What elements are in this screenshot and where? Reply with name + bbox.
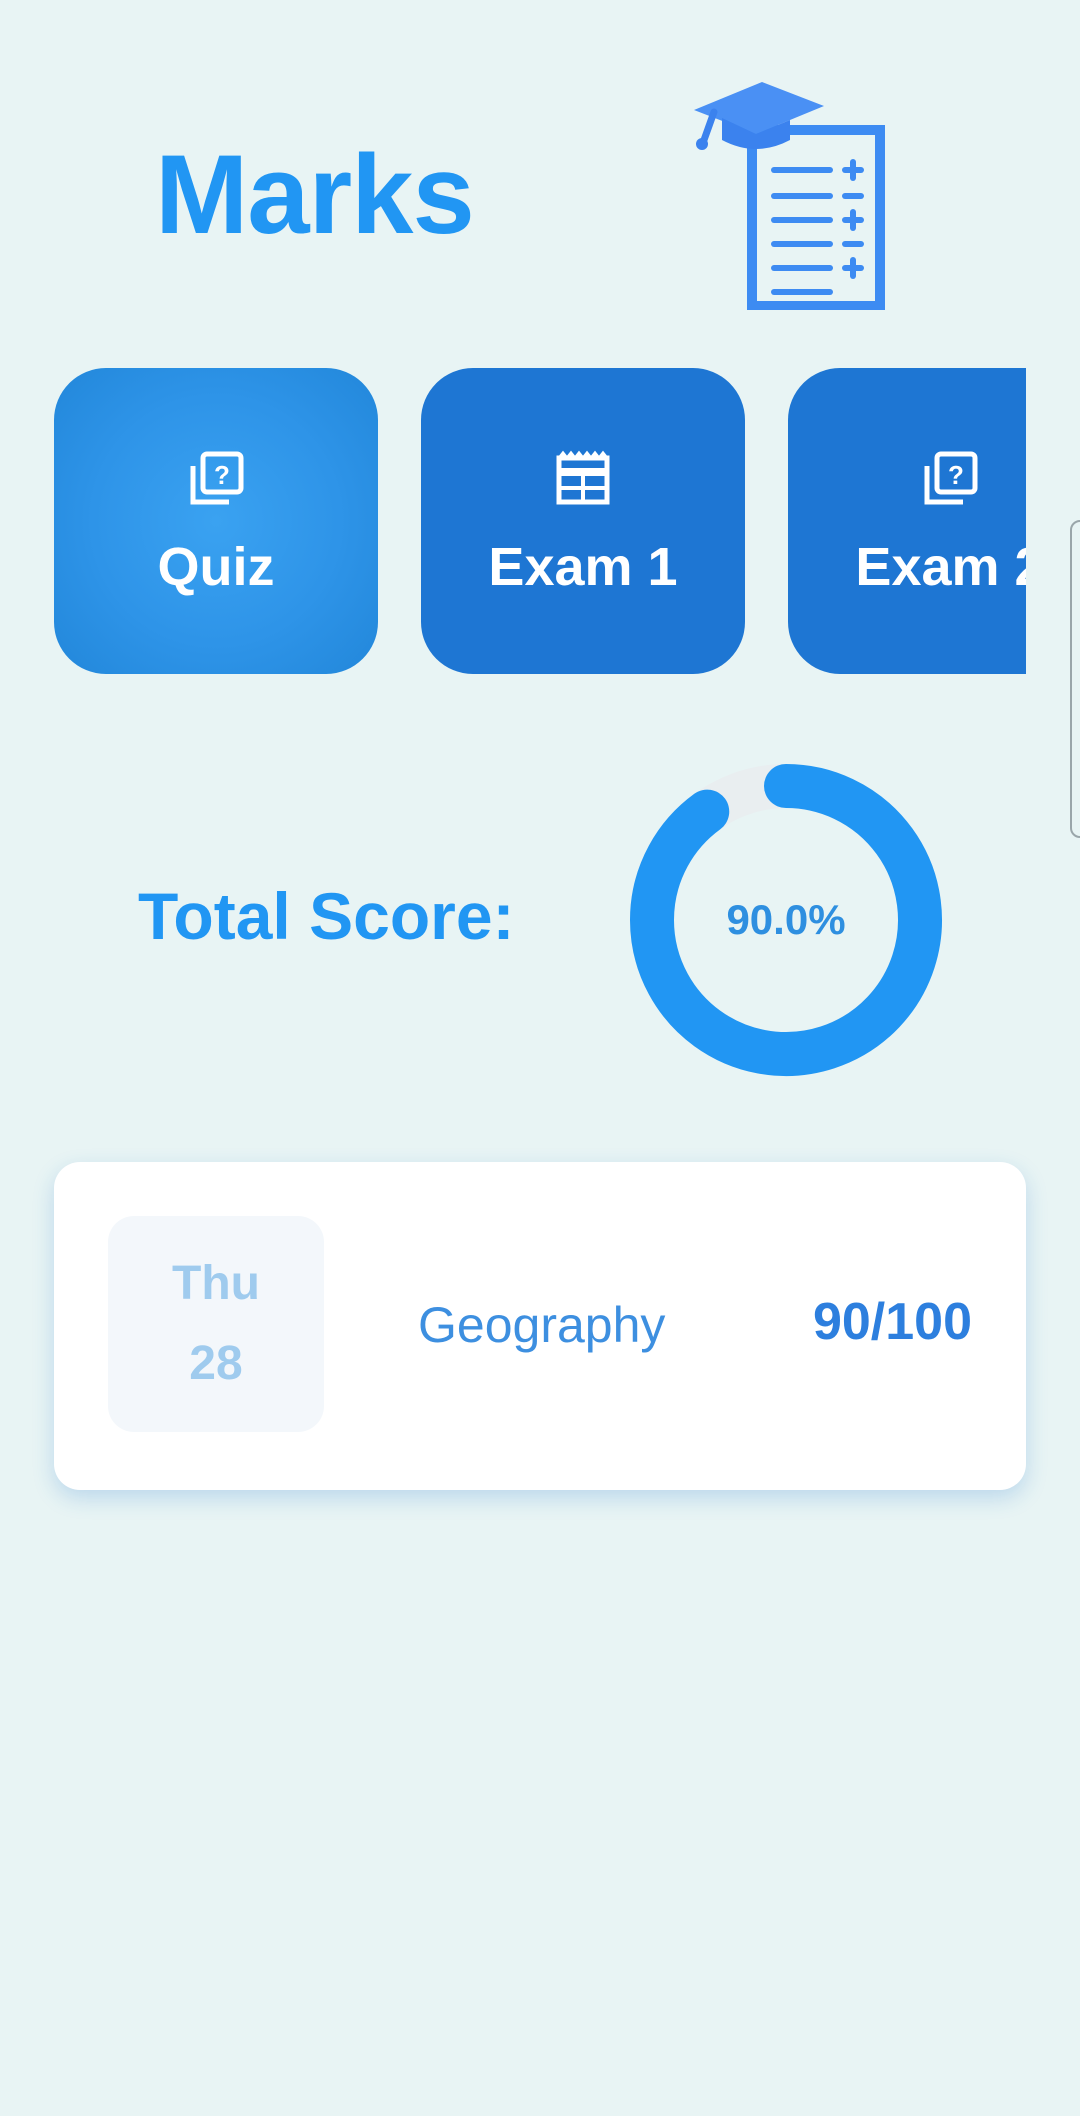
date-day: Thu [172,1257,260,1310]
subject-name: Geography [418,1297,666,1353]
exam-icon [556,450,610,505]
svg-text:?: ? [214,460,230,490]
date-badge: Thu 28 [108,1216,324,1432]
result-card[interactable]: Thu 28 Geography 90/100 [54,1162,1026,1490]
category-label: Exam 2 [855,537,1026,597]
quiz-icon: ? [924,451,978,505]
category-label: Quiz [157,537,275,597]
scroll-edge-handle[interactable] [1070,520,1080,838]
category-label: Exam 1 [488,537,678,597]
marks-value: 90/100 [812,1293,972,1351]
category-quiz-button[interactable]: ? Quiz [54,368,378,674]
category-exam-2-button[interactable]: ? Exam 2 [788,368,1026,674]
category-exam-1-button[interactable]: Exam 1 [421,368,745,674]
score-percentage: 90.0% [726,896,846,943]
page-title: Marks [155,132,475,257]
svg-text:?: ? [948,460,964,490]
graduation-cap-report-icon [694,82,885,310]
date-number: 28 [189,1337,243,1390]
category-strip[interactable]: ? Quiz Exam 1 ? Exam 2 [54,368,1026,674]
quiz-icon: ? [190,451,244,505]
total-score-label: Total Score: [138,879,515,953]
